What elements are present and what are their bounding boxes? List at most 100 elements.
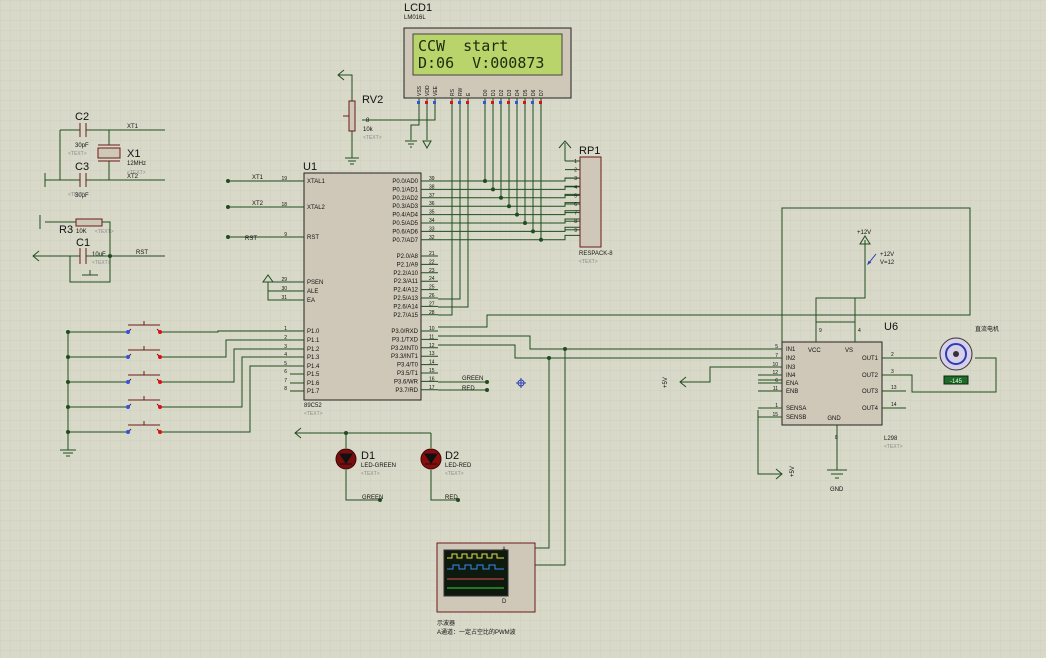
u6-pin-name: VCC: [808, 348, 821, 354]
u1-pin-number: 38: [429, 184, 435, 190]
switch-pin: [158, 380, 162, 384]
lcd1-type: LM016L: [404, 15, 426, 21]
u6-pin-name: OUT2: [862, 373, 879, 379]
u6-pin-name: OUT3: [862, 389, 879, 395]
d2-text-placeholder: <TEXT>: [445, 471, 464, 477]
u1-pin-name: P3.5/T1: [397, 371, 419, 377]
net-label-xt2-u1: XT2: [252, 201, 264, 207]
u1-microcontroller[interactable]: U1 89C52 <TEXT> 19 XTAL118 XTAL29 RST29 PSEN…: [281, 161, 438, 417]
scope-note: A通道：一定占空比的PWM波: [437, 628, 516, 636]
junction-p0: [491, 187, 495, 192]
u6-pin-number: 9: [819, 328, 822, 334]
u1-pin-name: XTAL2: [307, 205, 326, 211]
u1-pin-number: 28: [429, 310, 435, 316]
u1-pin-name: P1.6: [307, 381, 320, 387]
u6-pin-number: 10: [772, 362, 778, 368]
u1-pin-name: P3.0/RXD: [391, 329, 418, 335]
lcd-pin-marker: [466, 101, 469, 104]
u1-pin-number: 6: [284, 369, 287, 375]
u1-pin-number: 8: [284, 386, 287, 392]
c1-value: 10uF: [92, 252, 106, 258]
u1-pin-number: 15: [429, 368, 435, 374]
lcd-pin-marker: [433, 101, 436, 104]
u1-pin-name: P1.0: [307, 329, 320, 335]
scope-channel-d: D: [502, 599, 507, 605]
r3-value: 10K: [76, 229, 87, 235]
u1-text-placeholder: <TEXT>: [304, 411, 323, 417]
u1-pin-name: P2.6/A14: [393, 304, 418, 310]
switch-pin: [158, 330, 162, 334]
u1-pin-name: P1.5: [307, 372, 320, 378]
u1-pin-number: 33: [429, 226, 435, 232]
lcd-pin-label: D3: [507, 89, 513, 96]
u1-pin-number: 13: [429, 351, 435, 357]
net-label-xt1-osc: XT1: [127, 124, 139, 130]
lcd-pin-label: D7: [539, 89, 545, 96]
switch-pin: [126, 380, 130, 384]
rv2-ref: RV2: [362, 94, 383, 106]
lcd-pin-label: VDD: [425, 85, 431, 96]
motor-speed-readout: -145: [950, 379, 963, 385]
u1-pin-name: P2.1/A9: [397, 262, 419, 268]
lcd-pin-label: RS: [450, 88, 456, 96]
u6-pin-name: IN1: [786, 347, 796, 353]
u1-pin-name: P1.2: [307, 347, 320, 353]
u1-pin-number: 39: [429, 176, 435, 182]
u6-text-placeholder: <TEXT>: [884, 444, 903, 450]
lcd-pin-label: RW: [458, 87, 464, 96]
u1-pin-name: P1.4: [307, 364, 320, 370]
u1-pin-number: 27: [429, 301, 435, 307]
u1-type: 89C52: [304, 403, 322, 409]
u1-pin-name: P2.7/A15: [393, 313, 418, 319]
u1-pin-name: P3.4/T0: [397, 363, 419, 369]
c1-ref: C1: [76, 237, 90, 249]
lcd1-ref: LCD1: [404, 2, 432, 14]
u1-pin-name: P0.1/AD1: [392, 187, 418, 193]
lcd-pin-label: D5: [523, 89, 529, 96]
u1-pin-number: 12: [429, 343, 435, 349]
lcd-pin-label: D2: [499, 89, 505, 96]
u1-pin-number: 34: [429, 218, 435, 224]
u6-pin-name: OUT4: [862, 406, 879, 412]
d1-type: LED-GREEN: [361, 463, 396, 469]
r3-body: [75, 218, 103, 227]
c2-text-placeholder: <TEXT>: [68, 151, 87, 157]
u1-pin-number: 35: [429, 210, 435, 216]
d2-type: LED-RED: [445, 463, 472, 469]
scope-caption: 示波器: [437, 619, 455, 627]
u6-type: L298: [884, 436, 898, 442]
u1-pin-name: PSEN: [307, 280, 323, 286]
u6-pin-number: 1: [775, 403, 778, 409]
u6-pin-number: 4: [858, 328, 861, 334]
scope-channel-a: A: [502, 547, 506, 553]
u1-pin-name: XTAL1: [307, 179, 326, 185]
c2-ref: C2: [75, 111, 89, 123]
rv2-text-placeholder: <TEXT>: [363, 135, 382, 141]
motor-label: 直流电机: [975, 325, 999, 333]
u1-pin-number: 7: [284, 378, 287, 384]
ground-label: GND: [830, 487, 844, 493]
rp1-text-placeholder: <TEXT>: [579, 259, 598, 265]
u1-ref: U1: [303, 161, 317, 173]
u1-pin-name: P0.2/AD2: [392, 196, 418, 202]
x1-ref: X1: [127, 148, 140, 160]
r3-ref: R3: [59, 224, 73, 236]
lcd1-line2: D:06 V:000873: [418, 54, 544, 72]
rp1-type: RESPACK-8: [579, 251, 613, 257]
u1-pin-name: P2.2/A10: [393, 271, 418, 277]
rp1-pin-number: 2: [574, 168, 577, 174]
junction-p0: [523, 221, 527, 225]
x1-body: [97, 147, 121, 159]
rp1-pin-number: 3: [574, 176, 577, 182]
u6-pin-number: 15: [772, 412, 778, 418]
c1-text-placeholder: <TEXT>: [92, 260, 111, 266]
supply-5v-label-left: +5V: [663, 377, 669, 388]
junction-p0: [515, 212, 519, 217]
rv2-body: [348, 100, 356, 132]
d1-text-placeholder: <TEXT>: [361, 471, 380, 477]
u1-pin-name: ALE: [307, 289, 318, 295]
lcd-pin-marker: [425, 101, 428, 104]
lcd-pin-marker: [483, 101, 486, 104]
u1-pin-number: 25: [429, 285, 435, 291]
rp1-pin-number: 5: [574, 193, 577, 199]
